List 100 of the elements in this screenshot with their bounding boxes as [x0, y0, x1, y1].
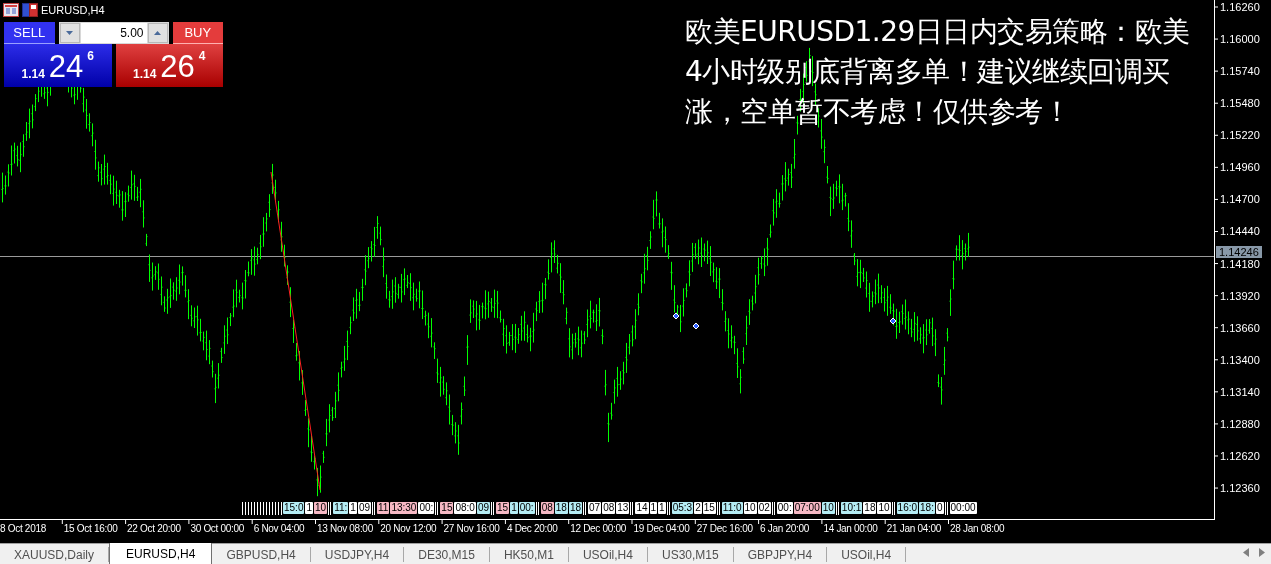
event-flag[interactable]: 15	[496, 502, 510, 514]
event-flag[interactable]: 1	[658, 502, 666, 514]
event-flag[interactable]: 1	[305, 502, 314, 514]
event-ticks-drawing	[771, 501, 776, 515]
event-flag[interactable]: 13	[616, 502, 630, 514]
chart-tab[interactable]: USDJPY,H4	[310, 547, 405, 562]
event-flag[interactable]: 16:0	[896, 502, 919, 514]
price-label: 1.14700	[1220, 193, 1260, 206]
time-label: 6 Jan 20:00	[760, 523, 810, 534]
time-label: 14 Jan 00:00	[823, 523, 878, 534]
chart-tab[interactable]: USOil,H4	[568, 547, 648, 562]
event-flag[interactable]: 08	[602, 502, 616, 514]
time-label: 13 Nov 08:00	[317, 523, 373, 534]
chart-tab[interactable]: USOil,H4	[827, 547, 907, 562]
time-label: 12 Dec 00:00	[570, 523, 627, 534]
event-flag[interactable]: 18	[554, 502, 568, 514]
event-flag[interactable]: 10	[743, 502, 757, 514]
decrease-button[interactable]	[59, 23, 80, 43]
event-ticks-drawing	[891, 501, 896, 515]
event-flag[interactable]: 07	[588, 502, 602, 514]
event-flag[interactable]: 1	[649, 502, 658, 514]
event-flag[interactable]: 05:3	[671, 502, 694, 514]
time-label: 28 Jan 08:00	[950, 523, 1005, 534]
event-flag[interactable]: 08:0	[454, 502, 476, 514]
event-ticks-drawing	[716, 501, 721, 515]
event-ticks-drawing	[583, 501, 588, 515]
event-flag[interactable]: 1	[510, 502, 518, 514]
event-flag[interactable]: 15	[702, 502, 716, 514]
price-label: 1.12880	[1220, 417, 1260, 430]
event-flag[interactable]: 18	[568, 502, 583, 514]
chart-tab[interactable]: HK50,M1	[489, 547, 569, 562]
chart-title: EURUSD,H4	[41, 4, 105, 16]
event-flag[interactable]: 15:0	[283, 502, 305, 514]
event-ticks-drawing	[372, 501, 376, 515]
up-arrow-icon	[154, 31, 161, 35]
time-label: 22 Oct 20:00	[127, 523, 181, 534]
event-flag[interactable]: 18:	[919, 502, 935, 514]
event-flag[interactable]: 09	[357, 502, 371, 514]
event-flag[interactable]: 15	[440, 502, 454, 514]
price-label: 1.12620	[1220, 450, 1260, 462]
chart-tab[interactable]: GBPUSD,H4	[212, 547, 311, 562]
price-label: 1.16000	[1220, 33, 1260, 46]
event-ticks-drawing	[435, 501, 440, 515]
price-label: 1.13140	[1220, 385, 1260, 398]
price-label: 1.15220	[1220, 129, 1260, 142]
event-ticks-drawing	[835, 501, 840, 515]
event-flag[interactable]: 09	[476, 502, 491, 514]
chart-tab[interactable]: US30,M15	[647, 547, 734, 562]
event-flag[interactable]: 0	[935, 502, 944, 514]
current-price-label: 1.14246	[1216, 246, 1262, 258]
event-flag[interactable]: 00:	[418, 502, 435, 514]
time-label: 27 Nov 16:00	[443, 523, 500, 534]
event-flag[interactable]: 11	[377, 502, 390, 514]
price-label: 1.14440	[1220, 225, 1260, 238]
price-label: 1.15740	[1220, 65, 1260, 78]
event-flag[interactable]: 00:	[776, 502, 793, 514]
price-label: 1.13660	[1220, 321, 1260, 334]
time-label: 19 Dec 04:00	[633, 523, 690, 534]
event-flag[interactable]: 2	[694, 502, 702, 514]
event-ticks-drawing	[328, 501, 333, 515]
event-ticks-drawing	[242, 501, 282, 515]
increase-button[interactable]	[147, 23, 168, 43]
chart-tab[interactable]: EURUSD,H4	[109, 543, 213, 564]
event-flag[interactable]: 11:0	[721, 502, 743, 514]
event-ticks-drawing	[535, 501, 540, 515]
lot-size-field[interactable]: 5.00	[58, 22, 169, 44]
event-flag[interactable]: 14	[635, 502, 649, 514]
buy-button[interactable]: BUY	[172, 22, 223, 44]
event-flag[interactable]: 10	[314, 502, 328, 514]
price-label: 1.16260	[1220, 1, 1260, 13]
event-flag[interactable]: 00:00	[949, 502, 977, 514]
time-label: 8 Oct 2018	[0, 523, 46, 534]
time-label: 6 Nov 04:00	[253, 523, 305, 534]
price-label: 1.12360	[1220, 482, 1260, 495]
event-flag[interactable]: 10	[877, 502, 891, 514]
event-flag[interactable]: 18	[863, 502, 877, 514]
scroll-left-icon[interactable]	[1243, 548, 1249, 557]
event-flag[interactable]: 10	[821, 502, 835, 514]
event-flag[interactable]: 10:1	[840, 502, 863, 514]
event-flag[interactable]: 11:	[333, 502, 349, 514]
event-flag[interactable]: 00:	[518, 502, 535, 514]
down-arrow-icon	[66, 31, 73, 35]
time-label: 30 Oct 00:00	[190, 523, 245, 534]
chart-tab[interactable]: DE30,M15	[404, 547, 490, 562]
price-label: 1.13920	[1220, 289, 1260, 302]
scroll-right-icon[interactable]	[1259, 548, 1265, 557]
price-label: 1.15480	[1220, 97, 1260, 110]
time-label: 21 Jan 04:00	[886, 523, 941, 534]
event-ticks-drawing	[630, 501, 635, 515]
event-flag[interactable]: 08	[540, 502, 554, 514]
sell-button[interactable]: SELL	[4, 22, 55, 44]
event-flag[interactable]: 02	[757, 502, 771, 514]
chart-tab[interactable]: GBPJPY,H4	[733, 547, 828, 562]
event-flag[interactable]: 07:00	[793, 502, 821, 514]
time-label: 20 Nov 12:00	[380, 523, 437, 534]
event-flag[interactable]: 13:30	[390, 502, 418, 514]
time-label: 27 Dec 16:00	[696, 523, 753, 534]
event-flag[interactable]: 1	[349, 502, 357, 514]
chart-window-icon	[3, 3, 19, 17]
event-ticks-drawing	[666, 501, 671, 515]
